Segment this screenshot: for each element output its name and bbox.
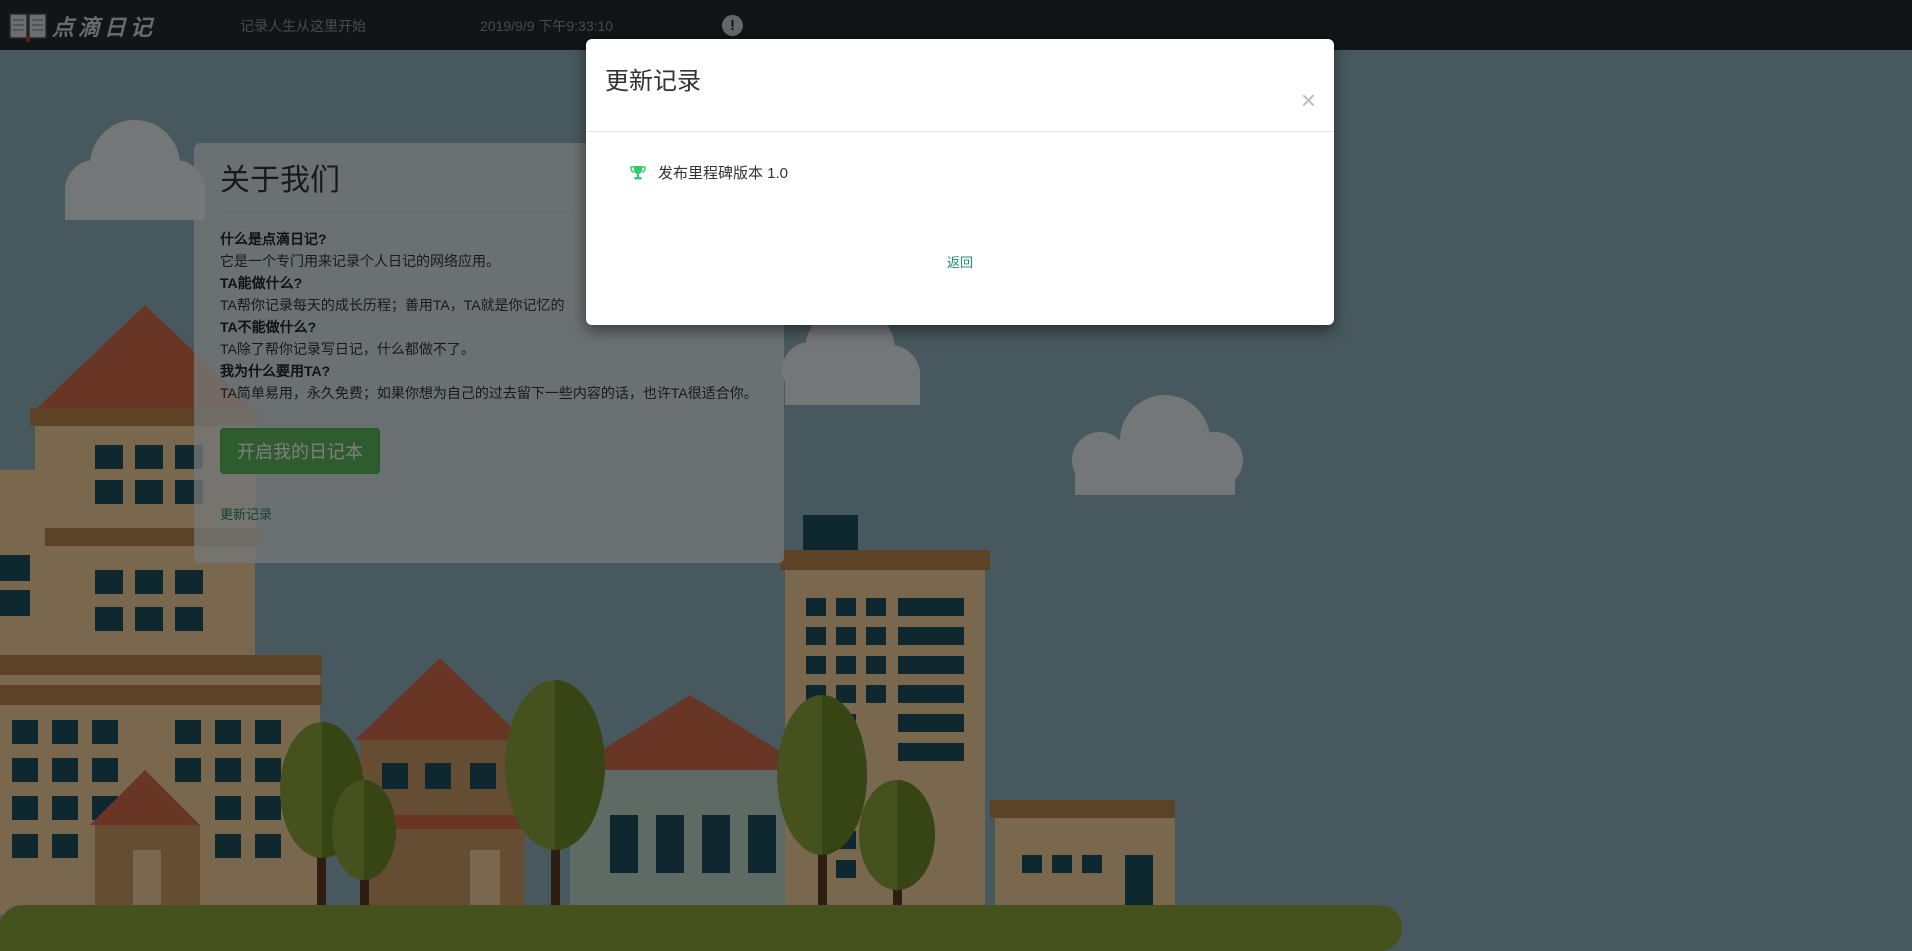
- changelog-item-text: 发布里程碑版本 1.0: [658, 165, 789, 182]
- modal-title: 更新记录: [605, 68, 701, 95]
- modal-header: 更新记录 ×: [586, 39, 1334, 132]
- close-icon[interactable]: ×: [1301, 87, 1316, 113]
- changelog-modal: 更新记录 × 发布里程碑版本 1.0 返回: [586, 39, 1334, 325]
- list-item: 发布里程碑版本 1.0: [630, 162, 1290, 183]
- modal-body: 发布里程碑版本 1.0: [586, 132, 1334, 252]
- back-link[interactable]: 返回: [947, 255, 973, 270]
- modal-footer: 返回: [586, 252, 1334, 272]
- trophy-icon: [630, 165, 646, 179]
